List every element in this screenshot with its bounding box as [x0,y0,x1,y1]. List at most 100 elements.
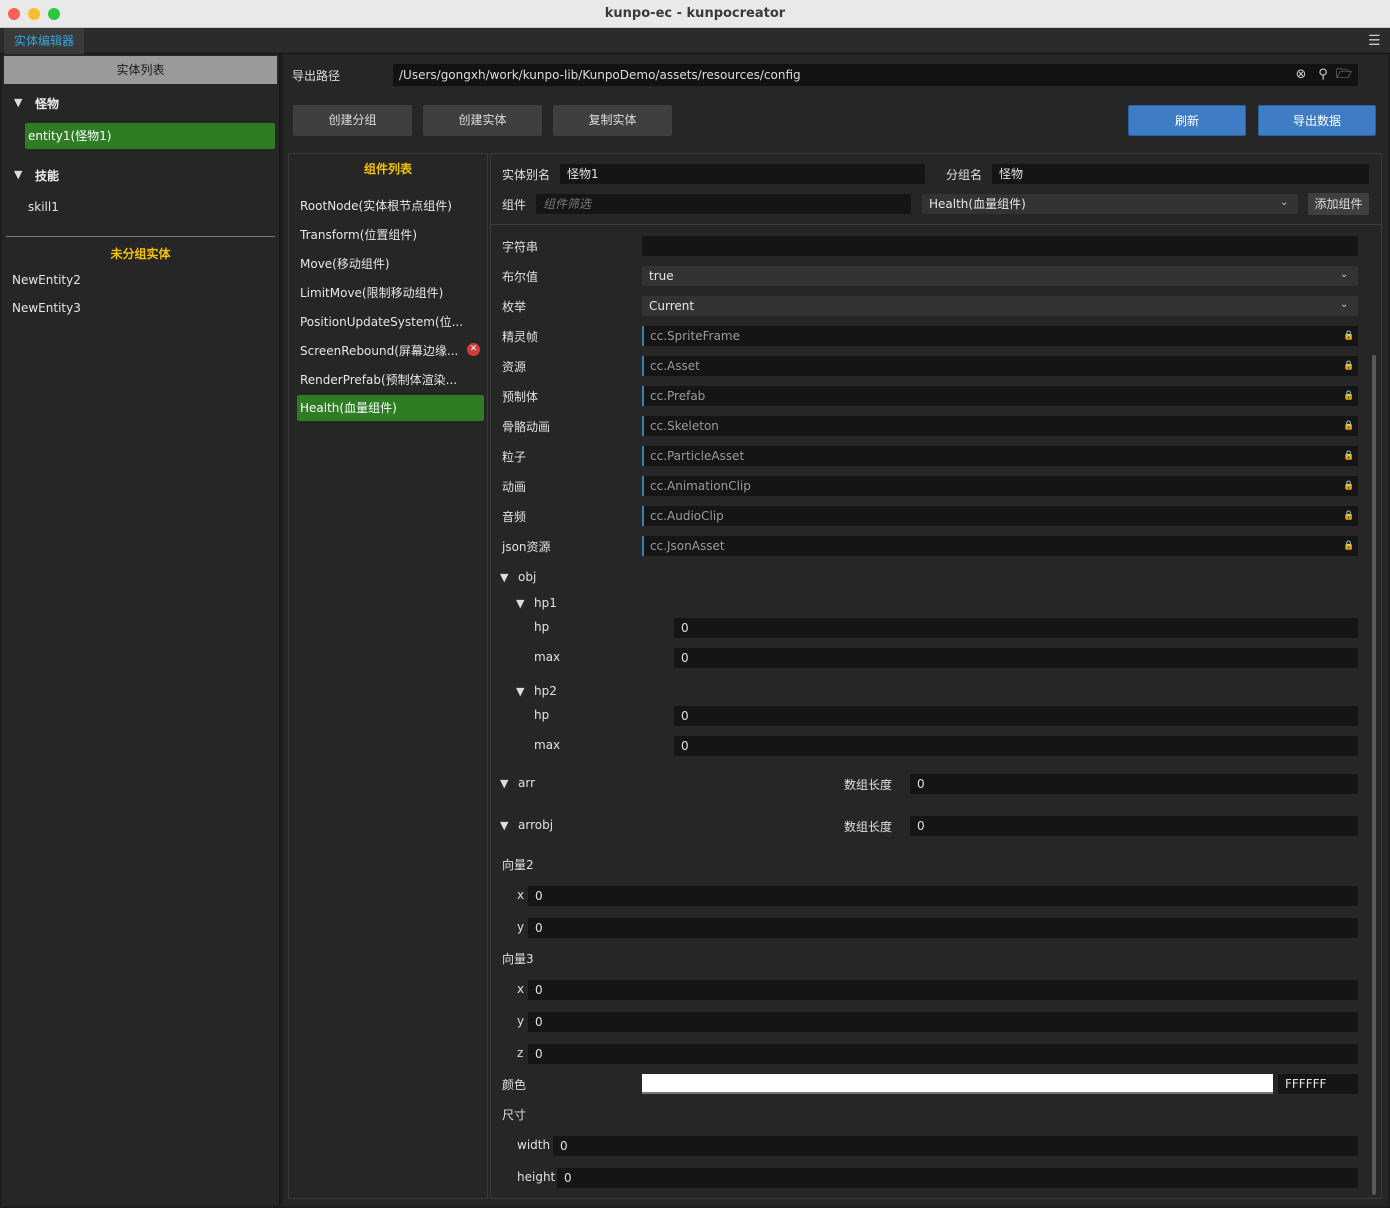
x-input[interactable]: 0 [528,886,1358,906]
hp-input[interactable]: 0 [674,706,1358,726]
entity-item[interactable]: NewEntity3 [12,301,81,315]
entity-list-panel [2,54,280,1206]
alias-input[interactable]: 怪物1 [560,164,925,184]
component-select[interactable]: Health(血量组件) [922,194,1298,214]
export-data-button[interactable]: 导出数据 [1258,105,1376,136]
entity-item[interactable]: skill1 [28,200,59,214]
x-input[interactable]: 0 [528,980,1358,1000]
height-label: height [517,1170,556,1184]
component-list-panel [288,153,488,1199]
export-path-label: 导出路径 [292,69,341,83]
lock-icon: 🔒 [1343,451,1355,461]
asset-label: 精灵帧 [502,330,539,344]
hp-label: hp [534,708,550,722]
y-input[interactable]: 0 [528,918,1358,938]
asset-label: 资源 [502,360,527,374]
expand-triangle-icon[interactable]: ▼ [14,168,22,181]
group-input[interactable]: 怪物 [992,164,1369,184]
tab-entity-editor[interactable]: 实体编辑器 [4,28,84,54]
max-label: max [534,650,561,664]
expand-triangle-icon[interactable]: ▼ [500,777,508,790]
arrobj-label: arrobj [518,818,554,832]
x-label: x [517,888,525,902]
component-item[interactable]: PositionUpdateSystem(位... [300,313,480,330]
entity-list-header: 实体列表 [4,56,277,84]
component-item[interactable]: LimitMove(限制移动组件) [300,284,480,301]
folder-open-icon[interactable]: 🗁 [1336,66,1352,84]
max-label: max [534,738,561,752]
color-swatch[interactable] [642,1074,1273,1094]
entity-item-selected[interactable]: entity1(怪物1) [25,123,275,149]
component-item-selected[interactable]: Health(血量组件) [297,395,484,421]
array-length-input[interactable]: 0 [910,774,1358,794]
divider [491,224,1381,225]
obj-label: obj [518,570,537,584]
z-label: z [517,1046,524,1060]
export-path-input[interactable]: /Users/gongxh/work/kunpo-lib/KunpoDemo/a… [393,64,1358,86]
asset-field[interactable]: cc.SpriteFrame [642,326,1358,346]
component-item[interactable]: RenderPrefab(预制体渲染... [300,371,480,388]
asset-label: 骨骼动画 [502,420,551,434]
component-item[interactable]: RootNode(实体根节点组件) [300,197,480,214]
add-component-button[interactable]: 添加组件 [1308,193,1369,215]
group-monster[interactable]: 怪物 [35,95,59,112]
y-input[interactable]: 0 [528,1012,1358,1032]
bool-select[interactable]: true [642,266,1358,286]
asset-field[interactable]: cc.ParticleAsset [642,446,1358,466]
copy-entity-button[interactable]: 复制实体 [553,105,672,136]
width-input[interactable]: 0 [553,1136,1358,1156]
component-label: 组件 [502,198,527,212]
divider [6,236,275,237]
asset-field[interactable]: cc.Skeleton [642,416,1358,436]
entity-item[interactable]: NewEntity2 [12,273,81,287]
string-input[interactable] [642,236,1358,256]
scrollbar[interactable] [1372,355,1376,1195]
expand-triangle-icon[interactable]: ▼ [14,96,22,109]
asset-field[interactable]: cc.AudioClip [642,506,1358,526]
asset-field[interactable]: cc.AnimationClip [642,476,1358,496]
expand-triangle-icon[interactable]: ▼ [500,819,508,832]
array-length-label: 数组长度 [844,820,893,834]
chevron-down-icon: ⌄ [1340,269,1349,280]
enum-select[interactable]: Current [642,296,1358,316]
group-label: 分组名 [946,168,983,182]
refresh-button[interactable]: 刷新 [1128,105,1246,136]
lock-icon: 🔒 [1343,331,1355,341]
expand-triangle-icon[interactable]: ▼ [500,571,508,584]
component-item[interactable]: Move(移动组件) [300,255,480,272]
z-input[interactable]: 0 [528,1044,1358,1064]
search-icon[interactable]: ⚲ [1315,66,1331,84]
component-item[interactable]: ScreenRebound(屏幕边缘... [300,342,462,359]
height-input[interactable]: 0 [557,1168,1358,1188]
max-input[interactable]: 0 [674,648,1358,668]
array-length-input[interactable]: 0 [910,816,1358,836]
clear-icon[interactable]: ⊗ [1293,66,1309,84]
component-item[interactable]: Transform(位置组件) [300,226,480,243]
hamburger-menu-icon[interactable]: ☰ [1368,33,1382,49]
lock-icon: 🔒 [1343,391,1355,401]
hp-input[interactable]: 0 [674,618,1358,638]
create-group-button[interactable]: 创建分组 [293,105,412,136]
asset-field[interactable]: cc.Prefab [642,386,1358,406]
asset-label: 音频 [502,510,527,524]
ungrouped-title: 未分组实体 [110,247,171,261]
bool-label: 布尔值 [502,270,539,284]
max-input[interactable]: 0 [674,736,1358,756]
arr-label: arr [518,776,536,790]
hp1-label: hp1 [534,596,557,610]
component-filter-input[interactable]: 组件筛选 [536,194,911,214]
group-skill[interactable]: 技能 [35,167,59,184]
color-label: 颜色 [502,1078,527,1092]
hp2-label: hp2 [534,684,557,698]
lock-icon: 🔒 [1343,541,1355,551]
remove-component-icon[interactable]: ✕ [467,343,480,356]
color-hex-input[interactable]: FFFFFF [1278,1074,1358,1094]
asset-field[interactable]: cc.JsonAsset [642,536,1358,556]
asset-field[interactable]: cc.Asset [642,356,1358,376]
component-list-title: 组件列表 [363,162,412,176]
expand-triangle-icon[interactable]: ▼ [516,597,524,610]
array-length-label: 数组长度 [844,778,893,792]
create-entity-button[interactable]: 创建实体 [423,105,542,136]
lock-icon: 🔒 [1343,361,1355,371]
expand-triangle-icon[interactable]: ▼ [516,685,524,698]
